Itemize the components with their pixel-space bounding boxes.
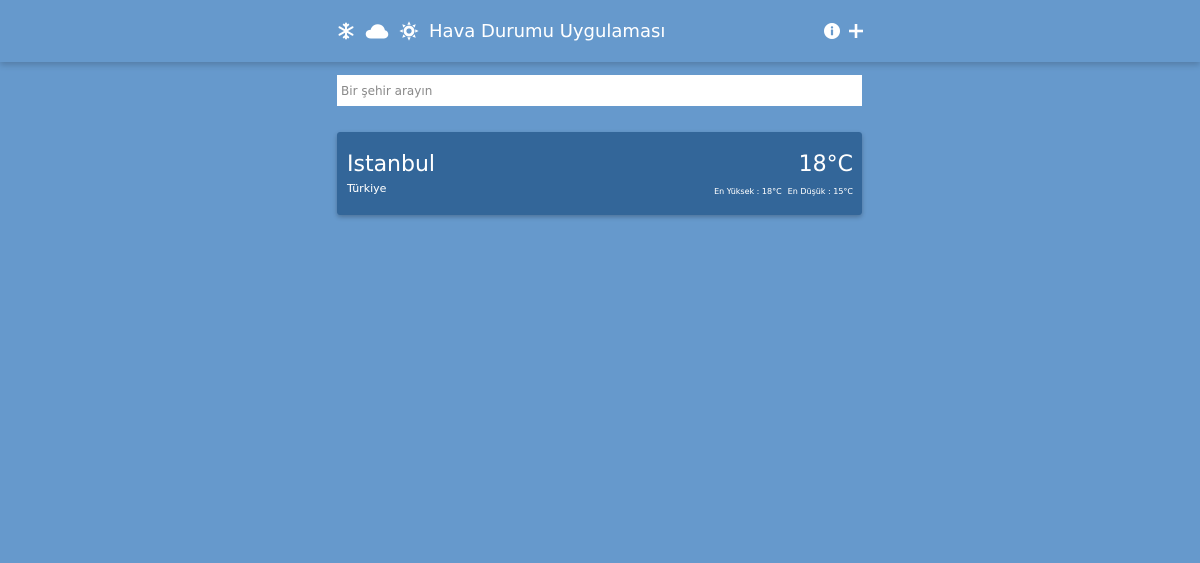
app-header: Hava Durumu Uygulaması [0, 0, 1200, 62]
high-temperature: En Yüksek : 18°C [714, 187, 782, 196]
cloud-icon [365, 22, 389, 40]
brand: Hava Durumu Uygulaması [337, 21, 665, 42]
info-icon[interactable] [824, 23, 840, 39]
header-inner: Hava Durumu Uygulaması [337, 0, 863, 62]
current-temperature: 18°C [798, 152, 853, 177]
plus-icon[interactable] [849, 24, 863, 38]
app-title: Hava Durumu Uygulaması [429, 20, 666, 42]
weather-card[interactable]: Istanbul Türkiye 18°C En Yüksek : 18°C En… [337, 132, 862, 215]
sun-icon [399, 21, 419, 41]
search-input[interactable] [337, 75, 862, 106]
country-name: Türkiye [347, 182, 387, 195]
min-max-temperature: En Yüksek : 18°C En Düşük : 15°C [714, 186, 853, 197]
snowflake-icon [337, 22, 355, 40]
low-temperature: En Düşük : 15°C [787, 187, 853, 196]
city-name: Istanbul [347, 152, 436, 177]
header-actions [824, 23, 863, 39]
